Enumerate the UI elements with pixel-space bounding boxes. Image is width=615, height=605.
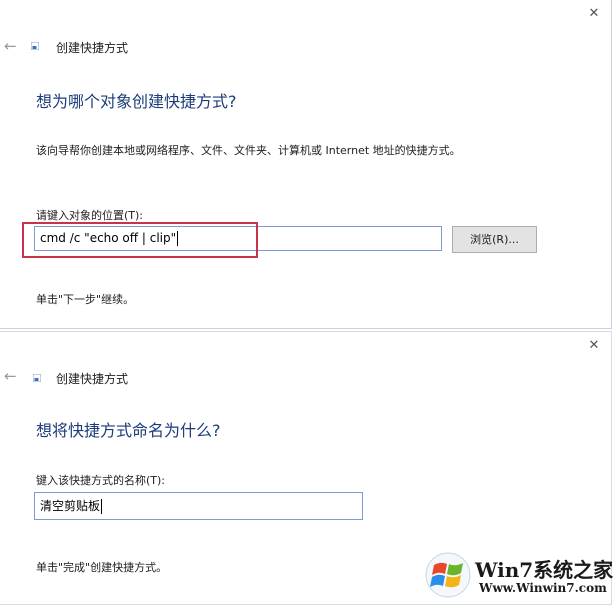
shortcut-wizard-icon [31, 42, 39, 50]
watermark-brand: Win7系统之家 [475, 558, 614, 582]
wizard-description: 该向导帮你创建本地或网络程序、文件、文件夹、计算机或 Internet 地址的快… [36, 144, 461, 157]
page-heading: 想为哪个对象创建快捷方式? [36, 92, 237, 111]
site-watermark: Win7系统之家 Www.Winwin7.com [423, 550, 613, 602]
highlight-annotation-box [22, 222, 258, 258]
windows-logo-icon [425, 552, 471, 598]
shortcut-name-input[interactable]: 清空剪贴板 [34, 492, 363, 520]
create-shortcut-dialog-location: ✕ ← 创建快捷方式 想为哪个对象创建快捷方式? 该向导帮你创建本地或网络程序、… [0, 0, 612, 329]
finish-hint: 单击"完成"创建快捷方式。 [36, 561, 168, 574]
shortcut-wizard-icon [33, 374, 41, 382]
shortcut-name-value: 清空剪贴板 [40, 499, 101, 513]
location-field-label: 请键入对象的位置(T): [36, 209, 144, 222]
page-heading: 想将快捷方式命名为什么? [36, 421, 221, 440]
browse-button[interactable]: 浏览(R)... [452, 226, 537, 253]
close-icon[interactable]: ✕ [584, 338, 604, 354]
back-arrow-icon[interactable]: ← [4, 368, 22, 384]
wizard-title: 创建快捷方式 [56, 372, 129, 386]
text-caret [101, 499, 103, 514]
back-arrow-icon[interactable]: ← [4, 38, 22, 54]
name-field-label: 键入该快捷方式的名称(T): [36, 474, 166, 487]
wizard-title: 创建快捷方式 [56, 41, 129, 55]
close-icon[interactable]: ✕ [584, 6, 604, 22]
watermark-url: Www.Winwin7.com [479, 581, 607, 595]
next-step-hint: 单击"下一步"继续。 [36, 293, 135, 306]
